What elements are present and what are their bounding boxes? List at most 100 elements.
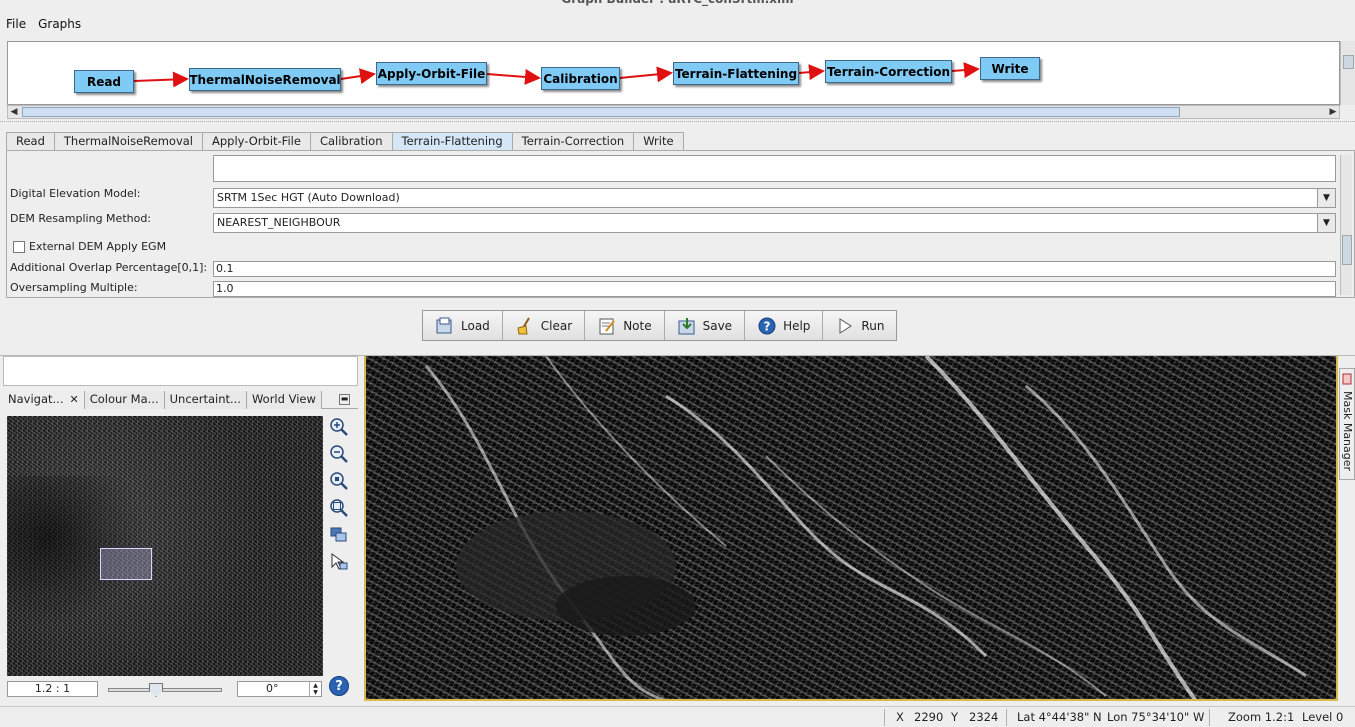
note-button[interactable]: Note	[585, 311, 665, 340]
graph-vertical-scrollbar[interactable]	[1340, 41, 1355, 105]
scroll-thumb[interactable]	[22, 107, 1180, 117]
resampling-select[interactable]: NEAREST_NEIGHBOUR ▼	[213, 213, 1336, 233]
tool-window-tabs: Navigat... ✕ Colour Ma... Uncertaint... W…	[3, 391, 358, 409]
sync-views-icon[interactable]	[328, 524, 350, 546]
oversampling-label: Oversampling Multiple:	[10, 281, 138, 294]
status-zoom: Zoom 1.2:1	[1228, 710, 1295, 724]
tab-calibration[interactable]: Calibration	[309, 132, 393, 150]
help-icon: ?	[757, 316, 777, 336]
minimize-icon[interactable]: ▬	[339, 394, 350, 405]
status-x-value: 2290	[914, 710, 944, 724]
chevron-down-icon[interactable]: ▼	[1317, 189, 1335, 207]
node-terrain-correction[interactable]: Terrain-Correction	[825, 60, 952, 83]
tab-terrain-flattening[interactable]: Terrain-Flattening	[391, 132, 513, 150]
spinner-arrows-icon[interactable]: ▲ ▼	[309, 682, 321, 696]
dem-select[interactable]: SRTM 1Sec HGT (Auto Download) ▼	[213, 188, 1336, 208]
note-icon	[597, 316, 617, 336]
zoom-out-icon[interactable]	[328, 443, 350, 465]
sync-cursor-icon[interactable]	[328, 551, 350, 573]
tab-navigation-label: Navigat...	[8, 392, 64, 406]
save-button[interactable]: Save	[664, 311, 746, 340]
terrain-flattening-panel: Digital Elevation Model: SRTM 1Sec HGT (…	[6, 150, 1355, 298]
load-label: Load	[461, 318, 490, 333]
node-terrain-flattening[interactable]: Terrain-Flattening	[673, 62, 799, 85]
run-button[interactable]: Run	[823, 311, 897, 340]
graph-horizontal-scrollbar[interactable]: ◀ ▶	[7, 105, 1340, 119]
menu-file[interactable]: File	[0, 17, 32, 31]
tab-terrain-correction[interactable]: Terrain-Correction	[511, 132, 635, 150]
play-icon	[835, 316, 855, 336]
rotation-value: 0°	[266, 682, 279, 695]
tab-world-view[interactable]: World View	[246, 391, 322, 409]
graph-canvas[interactable]: Read ThermalNoiseRemoval Apply-Orbit-Fil…	[7, 41, 1340, 105]
help-button[interactable]: ? Help	[745, 311, 824, 340]
panel-vertical-scrollbar[interactable]	[1340, 155, 1352, 295]
navigation-overview-image[interactable]	[7, 416, 323, 676]
window-title: Graph Builder : aRTC_conSrtm.xml	[0, 0, 1355, 8]
zoom-slider[interactable]	[108, 683, 222, 697]
resampling-label: DEM Resampling Method:	[10, 212, 152, 225]
tab-navigation[interactable]: Navigat... ✕	[3, 391, 85, 409]
action-button-bar: Load Clear Note Save ? Help Run	[422, 310, 898, 341]
status-x-label: X	[896, 710, 904, 724]
rotation-field[interactable]: 0° ▲ ▼	[237, 681, 322, 697]
overlap-field[interactable]: 0.1	[213, 261, 1336, 277]
ridge-5	[765, 455, 1107, 697]
node-thermal-noise-removal[interactable]: ThermalNoiseRemoval	[189, 68, 341, 91]
scroll-thumb[interactable]	[1343, 55, 1354, 69]
oversampling-field[interactable]: 1.0	[213, 281, 1336, 297]
viewport-rectangle[interactable]	[100, 548, 152, 580]
mask-icon	[1342, 373, 1352, 385]
external-dem-egm-label: External DEM Apply EGM	[29, 240, 167, 253]
tab-uncertainty[interactable]: Uncertaint...	[164, 391, 247, 409]
zoom-pixel-icon[interactable]	[328, 470, 350, 492]
edge-thermal-orbit	[340, 68, 376, 85]
dem-label: Digital Elevation Model:	[10, 187, 141, 200]
mask-manager-tab[interactable]: Mask Manager	[1339, 368, 1355, 480]
svg-text:?: ?	[764, 319, 771, 333]
status-y-value: 2324	[969, 710, 999, 724]
save-icon	[677, 316, 697, 336]
scroll-left-icon[interactable]: ◀	[8, 106, 20, 118]
product-explorer-area	[3, 356, 358, 386]
close-icon[interactable]: ✕	[69, 393, 78, 406]
load-button[interactable]: Load	[423, 311, 503, 340]
node-calibration[interactable]: Calibration	[541, 67, 620, 90]
status-divider	[1006, 709, 1007, 726]
edge-read-thermal	[133, 71, 189, 88]
edge-correction-write	[951, 62, 980, 79]
dem-select-value: SRTM 1Sec HGT (Auto Download)	[217, 191, 400, 204]
node-read[interactable]: Read	[74, 70, 134, 93]
node-write[interactable]: Write	[980, 57, 1040, 80]
operator-tabs: Read ThermalNoiseRemoval Apply-Orbit-Fil…	[6, 132, 684, 150]
load-icon	[435, 316, 455, 336]
graph-builder-dialog: Graph Builder : aRTC_conSrtm.xml File Gr…	[0, 0, 1355, 356]
chevron-down-icon[interactable]: ▼	[1317, 214, 1335, 232]
status-y-label: Y	[951, 710, 959, 724]
node-apply-orbit-file[interactable]: Apply-Orbit-File	[376, 62, 487, 85]
zoom-in-icon[interactable]	[328, 416, 350, 438]
help-icon[interactable]: ?	[329, 676, 349, 696]
menu-graphs[interactable]: Graphs	[32, 17, 87, 31]
tab-read[interactable]: Read	[6, 132, 55, 150]
zoom-ratio-field[interactable]: 1.2 : 1	[7, 681, 98, 697]
zoom-all-icon[interactable]	[328, 497, 350, 519]
edge-orbit-calibration	[486, 68, 541, 85]
ridge-4	[1025, 384, 1307, 678]
tab-apply-orbit-file[interactable]: Apply-Orbit-File	[202, 132, 311, 150]
tab-thermal-noise-removal[interactable]: ThermalNoiseRemoval	[53, 132, 204, 150]
scroll-right-icon[interactable]: ▶	[1327, 106, 1339, 118]
blank-field[interactable]	[213, 155, 1336, 182]
tab-write[interactable]: Write	[633, 132, 684, 150]
status-bar: X 2290 Y 2324 Lat 4°44'38" N Lon 75°34'1…	[0, 706, 1355, 727]
scroll-thumb[interactable]	[1342, 235, 1352, 265]
menu-bar: File Graphs	[0, 14, 87, 34]
external-dem-egm-checkbox[interactable]	[13, 240, 25, 253]
split-pane-divider[interactable]	[0, 121, 1355, 129]
clear-button[interactable]: Clear	[502, 311, 586, 340]
sar-image-view[interactable]	[364, 356, 1338, 701]
tab-colour-manipulation[interactable]: Colour Ma...	[84, 391, 165, 409]
save-label: Save	[702, 318, 733, 333]
external-dem-egm-row[interactable]: External DEM Apply EGM	[13, 240, 166, 253]
clear-label: Clear	[540, 318, 573, 333]
